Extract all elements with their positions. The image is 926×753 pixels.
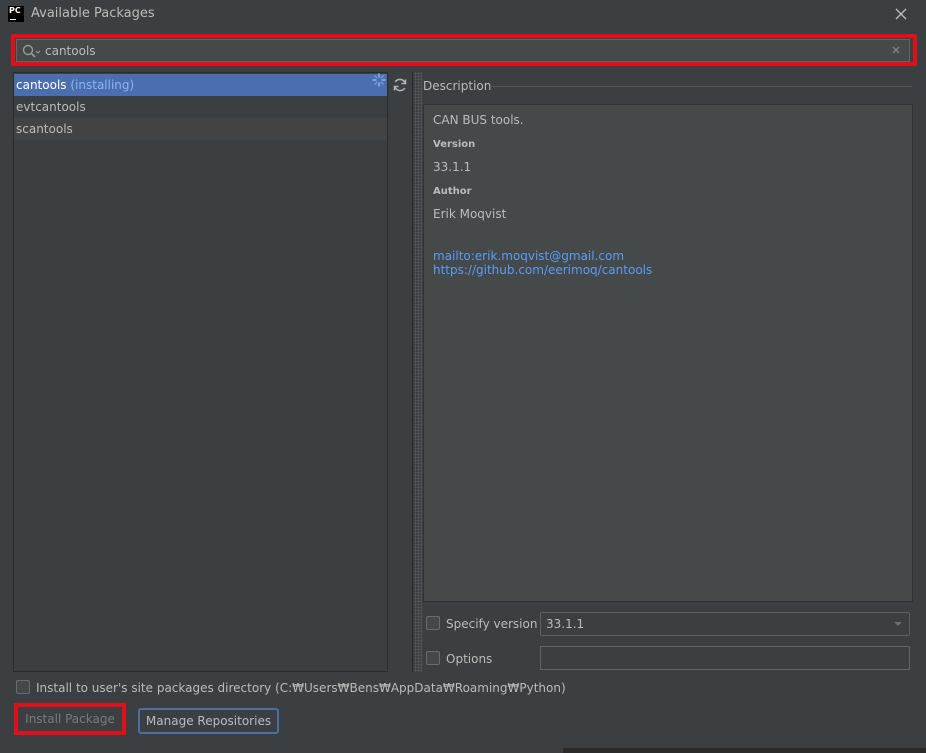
package-name: cantools xyxy=(16,78,67,92)
author-email-link[interactable]: mailto:erik.moqvist@gmail.com xyxy=(433,249,624,263)
specify-version-checkbox[interactable] xyxy=(426,616,440,630)
clear-search-icon[interactable] xyxy=(890,44,902,56)
specify-version-label: Specify version xyxy=(446,617,538,631)
package-name: scantools xyxy=(16,122,73,136)
options-label: Options xyxy=(446,652,493,666)
author-value: Erik Moqvist xyxy=(433,207,507,221)
version-select[interactable] xyxy=(540,612,910,636)
loading-spinner-icon xyxy=(372,73,386,87)
version-value: 33.1.1 xyxy=(433,160,472,174)
chevron-down-icon[interactable] xyxy=(893,620,903,628)
description-label: Description xyxy=(423,79,492,93)
list-toolbar xyxy=(388,72,413,672)
refresh-icon[interactable] xyxy=(392,77,408,93)
search-icon[interactable] xyxy=(21,43,41,59)
window-title: Available Packages xyxy=(31,6,155,21)
bottom-edge-strip xyxy=(563,748,926,753)
options-checkbox[interactable] xyxy=(426,651,440,665)
package-list[interactable] xyxy=(13,72,388,672)
package-status: (installing) xyxy=(70,78,135,92)
close-icon[interactable] xyxy=(893,6,909,22)
version-select-value: 33.1.1 xyxy=(546,617,585,631)
description-divider xyxy=(490,86,912,87)
homepage-link[interactable]: https://github.com/eerimoq/cantools xyxy=(433,263,652,277)
package-item-scantools[interactable]: scantools xyxy=(14,118,387,140)
panel-splitter[interactable] xyxy=(414,72,422,672)
package-item-evtcantools[interactable]: evtcantools xyxy=(14,96,387,118)
description-panel xyxy=(423,104,913,602)
options-input[interactable] xyxy=(540,646,910,670)
package-name: evtcantools xyxy=(16,100,86,114)
package-summary: CAN BUS tools. xyxy=(433,113,524,127)
user-site-checkbox[interactable] xyxy=(16,680,30,694)
user-site-label: Install to user's site packages director… xyxy=(36,681,566,695)
package-item-cantools[interactable]: cantools (installing) xyxy=(14,74,387,96)
version-heading: Version xyxy=(433,139,476,150)
pycharm-app-icon: PC xyxy=(8,6,24,22)
app-icon-text: PC xyxy=(9,6,21,15)
author-heading: Author xyxy=(433,186,472,197)
search-input[interactable] xyxy=(45,41,865,60)
manage-repositories-button[interactable]: Manage Repositories xyxy=(138,708,279,734)
install-package-button[interactable]: Install Package xyxy=(19,708,121,731)
